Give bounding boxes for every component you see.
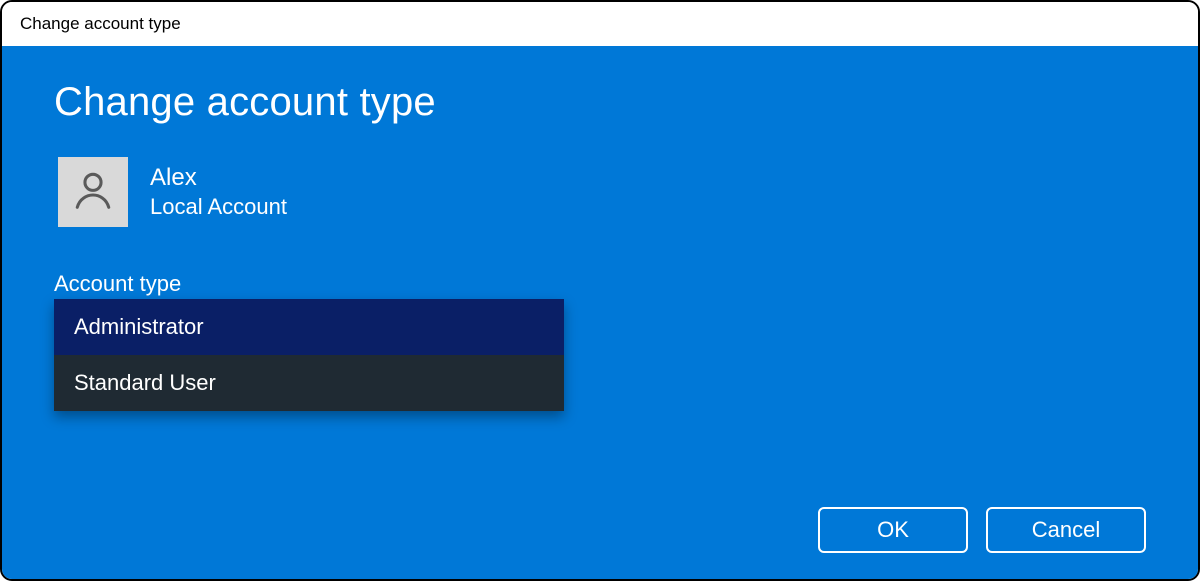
dropdown-option-standard-user[interactable]: Standard User [54, 355, 564, 411]
account-summary: Alex Local Account [58, 157, 1146, 227]
page-heading: Change account type [54, 80, 1146, 125]
button-bar: OK Cancel [54, 487, 1146, 555]
cancel-button[interactable]: Cancel [986, 507, 1146, 553]
person-icon [70, 167, 116, 218]
account-info: Alex Local Account [150, 164, 287, 220]
ok-button[interactable]: OK [818, 507, 968, 553]
account-type-dropdown[interactable]: Administrator Standard User [54, 299, 564, 411]
dialog-window: Change account type Change account type … [0, 0, 1200, 581]
account-name: Alex [150, 164, 287, 192]
dropdown-option-administrator[interactable]: Administrator [54, 299, 564, 355]
content-area: Change account type Alex Local Account A… [2, 46, 1198, 579]
account-subtitle: Local Account [150, 194, 287, 220]
window-title: Change account type [20, 14, 181, 34]
account-type-label: Account type [54, 271, 1146, 297]
avatar [58, 157, 128, 227]
titlebar: Change account type [2, 2, 1198, 46]
